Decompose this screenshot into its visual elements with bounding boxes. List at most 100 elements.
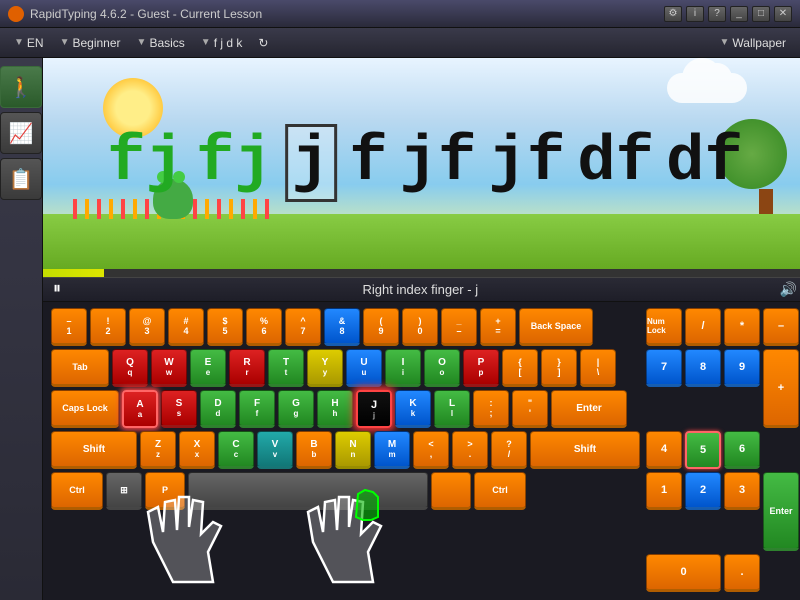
key-backslash[interactable]: |\ xyxy=(580,349,616,387)
key-x[interactable]: Xx xyxy=(179,431,215,469)
key-g[interactable]: Gg xyxy=(278,390,314,428)
key-r[interactable]: Rr xyxy=(229,349,265,387)
ground-decoration xyxy=(43,214,800,269)
key-minus[interactable]: –1 xyxy=(51,308,87,346)
key-c[interactable]: Cc xyxy=(218,431,254,469)
sidebar-chart-button[interactable]: 📈 xyxy=(0,112,42,154)
key-v[interactable]: Vv xyxy=(257,431,293,469)
key-t[interactable]: Tt xyxy=(268,349,304,387)
numpad-4[interactable]: 4 xyxy=(646,431,682,469)
key-space[interactable] xyxy=(188,472,428,510)
key-y[interactable]: Yy xyxy=(307,349,343,387)
refresh-icon[interactable]: ↻ xyxy=(252,34,274,52)
lessons-icon: 📋 xyxy=(9,167,34,192)
key-shift-left[interactable]: Shift xyxy=(51,431,137,469)
level-menu[interactable]: ▼ Beginner xyxy=(54,34,127,52)
key-underscore[interactable]: _– xyxy=(441,308,477,346)
key-i[interactable]: Ii xyxy=(385,349,421,387)
key-8[interactable]: &8 xyxy=(324,308,360,346)
key-9[interactable]: (9 xyxy=(363,308,399,346)
numpad-1[interactable]: 1 xyxy=(646,472,682,510)
lesson-label: Basics xyxy=(149,36,184,50)
minimize-button[interactable]: _ xyxy=(730,6,748,22)
maximize-button[interactable]: □ xyxy=(752,6,770,22)
key-capslock[interactable]: Caps Lock xyxy=(51,390,119,428)
wallpaper-menu[interactable]: ▼ Wallpaper xyxy=(714,34,792,52)
key-alt-right[interactable] xyxy=(431,472,471,510)
key-win-left[interactable]: ⊞ xyxy=(106,472,142,510)
app-icon xyxy=(8,6,24,22)
progress-bar-area xyxy=(43,269,800,277)
numpad-enter[interactable]: Enter xyxy=(763,472,799,551)
key-j[interactable]: J j xyxy=(356,390,392,428)
key-backspace[interactable]: Back Space xyxy=(519,308,593,346)
numpad-numlock[interactable]: Num Lock xyxy=(646,308,682,346)
numpad-8[interactable]: 8 xyxy=(685,349,721,387)
key-alt-left[interactable]: P xyxy=(145,472,185,510)
key-b[interactable]: Bb xyxy=(296,431,332,469)
key-0[interactable]: )0 xyxy=(402,308,438,346)
key-z[interactable]: Zz xyxy=(140,431,176,469)
key-6[interactable]: %6 xyxy=(246,308,282,346)
key-slash[interactable]: ?/ xyxy=(491,431,527,469)
key-shift-right[interactable]: Shift xyxy=(530,431,640,469)
numpad-9[interactable]: 9 xyxy=(724,349,760,387)
key-f[interactable]: Ff xyxy=(239,390,275,428)
key-enter[interactable]: Enter xyxy=(551,390,627,428)
key-comma[interactable]: <, xyxy=(413,431,449,469)
numpad-3[interactable]: 3 xyxy=(724,472,760,510)
key-h[interactable]: Hh xyxy=(317,390,353,428)
numpad-2[interactable]: 2 xyxy=(685,472,721,510)
key-5[interactable]: $5 xyxy=(207,308,243,346)
key-m[interactable]: Mm xyxy=(374,431,410,469)
numpad-6[interactable]: 6 xyxy=(724,431,760,469)
key-row-bottom: Ctrl ⊞ P Ctrl xyxy=(51,472,640,510)
key-plus[interactable]: += xyxy=(480,308,516,346)
numpad-divide[interactable]: / xyxy=(685,308,721,346)
key-e[interactable]: Ee xyxy=(190,349,226,387)
key-period[interactable]: >. xyxy=(452,431,488,469)
key-4[interactable]: #4 xyxy=(168,308,204,346)
key-ctrl-left[interactable]: Ctrl xyxy=(51,472,103,510)
settings-icon[interactable]: ⚙ xyxy=(664,6,682,22)
numpad-minus[interactable]: – xyxy=(763,308,799,346)
key-o[interactable]: Oo xyxy=(424,349,460,387)
keys-menu[interactable]: ▼ f j d k xyxy=(195,34,249,52)
numpad-dot[interactable]: . xyxy=(724,554,760,592)
key-q[interactable]: Qq xyxy=(112,349,148,387)
key-bracket-left[interactable]: {[ xyxy=(502,349,538,387)
sidebar-runner-button[interactable]: 🚶 xyxy=(0,66,42,108)
key-tab[interactable]: Tab xyxy=(51,349,109,387)
key-n[interactable]: Nn xyxy=(335,431,371,469)
key-bracket-right[interactable]: }] xyxy=(541,349,577,387)
finger-hint: Right index finger - j xyxy=(71,282,770,297)
key-2[interactable]: !2 xyxy=(90,308,126,346)
key-p[interactable]: Pp xyxy=(463,349,499,387)
wallpaper-label: Wallpaper xyxy=(732,36,786,50)
key-quote[interactable]: "' xyxy=(512,390,548,428)
numpad-0[interactable]: 0 xyxy=(646,554,721,592)
key-k[interactable]: Kk xyxy=(395,390,431,428)
key-u[interactable]: Uu xyxy=(346,349,382,387)
key-d[interactable]: Dd xyxy=(200,390,236,428)
numpad-plus[interactable]: + xyxy=(763,349,799,428)
key-l[interactable]: Ll xyxy=(434,390,470,428)
key-7[interactable]: ^7 xyxy=(285,308,321,346)
lesson-menu[interactable]: ▼ Basics xyxy=(131,34,191,52)
key-w[interactable]: Ww xyxy=(151,349,187,387)
info-icon[interactable]: i xyxy=(686,6,704,22)
language-menu[interactable]: ▼ EN xyxy=(8,34,50,52)
numpad-7[interactable]: 7 xyxy=(646,349,682,387)
help-icon[interactable]: ? xyxy=(708,6,726,22)
pause-button[interactable]: ⏸ xyxy=(53,280,61,298)
numpad-5[interactable]: 5 xyxy=(685,431,721,469)
key-a[interactable]: Aa xyxy=(122,390,158,428)
key-3[interactable]: @3 xyxy=(129,308,165,346)
volume-button[interactable]: 🔊 xyxy=(780,281,797,298)
close-button[interactable]: ✕ xyxy=(774,6,792,22)
numpad-multiply[interactable]: * xyxy=(724,308,760,346)
sidebar-lessons-button[interactable]: 📋 xyxy=(0,158,42,200)
key-ctrl-right[interactable]: Ctrl xyxy=(474,472,526,510)
key-semicolon[interactable]: :; xyxy=(473,390,509,428)
key-s[interactable]: Ss xyxy=(161,390,197,428)
